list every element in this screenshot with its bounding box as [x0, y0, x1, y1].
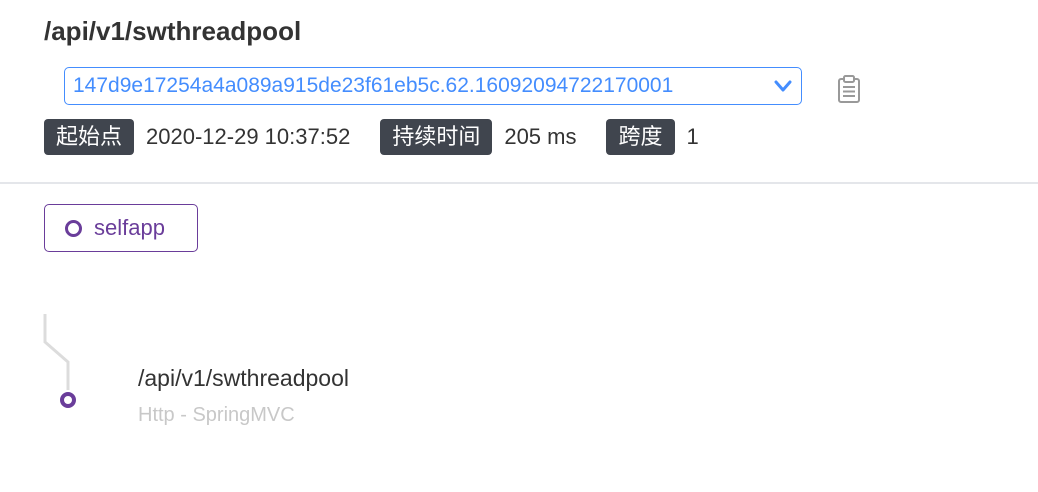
divider [0, 182, 1038, 184]
service-label: selfapp [94, 215, 165, 240]
span-node-icon [60, 392, 76, 408]
service-filter-button[interactable]: selfapp [44, 204, 198, 252]
duration-value: 205 ms [504, 124, 577, 149]
duration-tag: 持续时间 [380, 119, 493, 155]
start-time-tag: 起始点 [44, 119, 135, 155]
trace-id-select[interactable]: 147d9e17254a4a089a915de23f61eb5c.62.1609… [64, 67, 802, 105]
trace-id-value: 147d9e17254a4a089a915de23f61eb5c.62.1609… [73, 74, 674, 97]
chevron-down-icon [774, 80, 792, 92]
trace-meta: 起始点 2020-12-29 10:37:52 持续时间 205 ms 跨度 1 [44, 119, 699, 155]
ring-icon [65, 219, 82, 237]
clipboard-icon[interactable] [834, 74, 864, 104]
span-count-tag: 跨度 [606, 119, 675, 155]
span-tree-lines [43, 314, 76, 408]
start-time-value: 2020-12-29 10:37:52 [146, 124, 351, 149]
trace-detail-page: /api/v1/swthreadpool 147d9e17254a4a089a9… [0, 0, 1038, 492]
span-count-value: 1 [686, 124, 699, 149]
span-name[interactable]: /api/v1/swthreadpool [138, 365, 349, 392]
span-type: Http - SpringMVC [138, 404, 295, 426]
page-title: /api/v1/swthreadpool [44, 16, 302, 46]
